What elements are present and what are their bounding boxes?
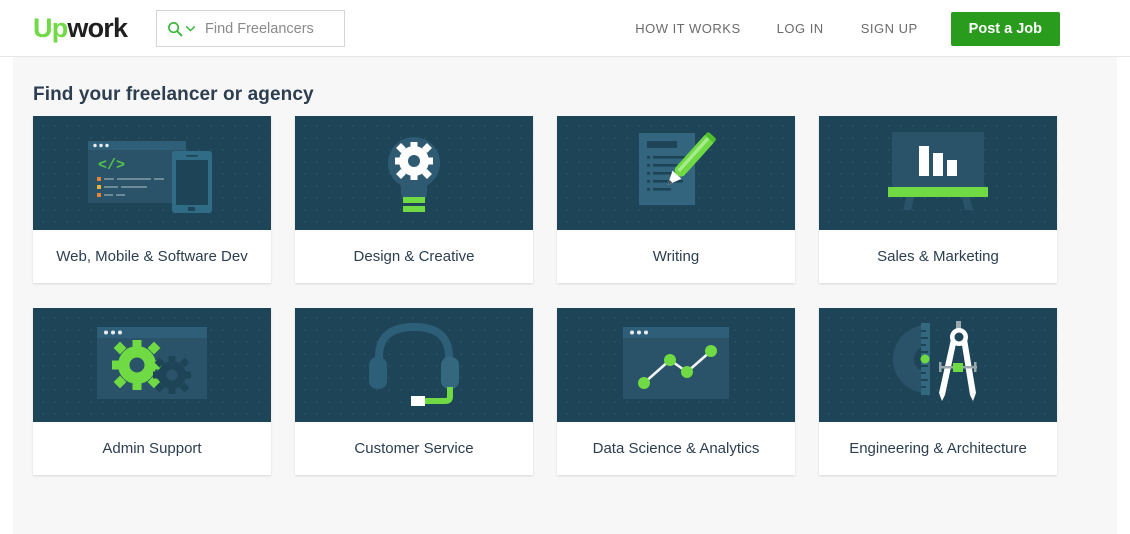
document-pen-icon (621, 123, 731, 223)
header-nav: HOW IT WORKS LOG IN SIGN UP Post a Job (635, 0, 1130, 57)
card-label: Design & Creative (295, 230, 533, 283)
site-header: Upwork HOW IT WORKS LOG IN SIGN UP Post … (0, 0, 1130, 57)
card-artwork (295, 308, 533, 422)
card-artwork (295, 116, 533, 230)
category-card-engineering-architecture[interactable]: Engineering & Architecture (819, 308, 1057, 475)
card-label: Writing (557, 230, 795, 283)
gears-window-icon (87, 315, 217, 415)
category-card-admin-support[interactable]: Admin Support (33, 308, 271, 475)
search-input[interactable] (205, 21, 345, 37)
post-a-job-button[interactable]: Post a Job (951, 12, 1060, 46)
card-label: Data Science & Analytics (557, 422, 795, 475)
search-icon-group[interactable] (167, 21, 196, 37)
category-card-design-creative[interactable]: Design & Creative (295, 116, 533, 283)
upwork-page: Upwork HOW IT WORKS LOG IN SIGN UP Post … (0, 0, 1130, 534)
lightbulb-gear-icon (369, 123, 459, 223)
presentation-chart-icon (878, 126, 998, 221)
category-card-writing[interactable]: Writing (557, 116, 795, 283)
category-grid: </> (33, 116, 1063, 475)
logo-text-work: work (67, 13, 127, 43)
nav-log-in[interactable]: LOG IN (777, 21, 824, 36)
main-content: Find your freelancer or agency </> (0, 57, 1130, 534)
logo-text-up: Up (33, 13, 67, 43)
card-artwork (33, 308, 271, 422)
nav-sign-up[interactable]: SIGN UP (861, 21, 918, 36)
line-chart-window-icon (611, 315, 741, 415)
category-card-sales-marketing[interactable]: Sales & Marketing (819, 116, 1057, 283)
nav-how-it-works[interactable]: HOW IT WORKS (635, 21, 740, 36)
search-icon[interactable] (167, 21, 183, 37)
card-label: Web, Mobile & Software Dev (33, 230, 271, 283)
upwork-logo[interactable]: Upwork (33, 13, 127, 43)
headset-icon (359, 315, 469, 415)
svg-text:</>: </> (98, 157, 125, 174)
card-label: Engineering & Architecture (819, 422, 1057, 475)
search-box[interactable] (156, 10, 345, 47)
code-window-icon: </> (82, 123, 222, 223)
card-artwork: </> (33, 116, 271, 230)
card-artwork (557, 308, 795, 422)
card-artwork (819, 308, 1057, 422)
card-label: Sales & Marketing (819, 230, 1057, 283)
category-card-web-mobile-software-dev[interactable]: </> (33, 116, 271, 283)
card-artwork (557, 116, 795, 230)
chevron-down-icon[interactable] (185, 23, 196, 34)
protractor-compass-icon (881, 315, 996, 415)
card-artwork (819, 116, 1057, 230)
card-label: Admin Support (33, 422, 271, 475)
card-label: Customer Service (295, 422, 533, 475)
page-title: Find your freelancer or agency (33, 84, 314, 106)
category-card-data-science-analytics[interactable]: Data Science & Analytics (557, 308, 795, 475)
category-card-customer-service[interactable]: Customer Service (295, 308, 533, 475)
